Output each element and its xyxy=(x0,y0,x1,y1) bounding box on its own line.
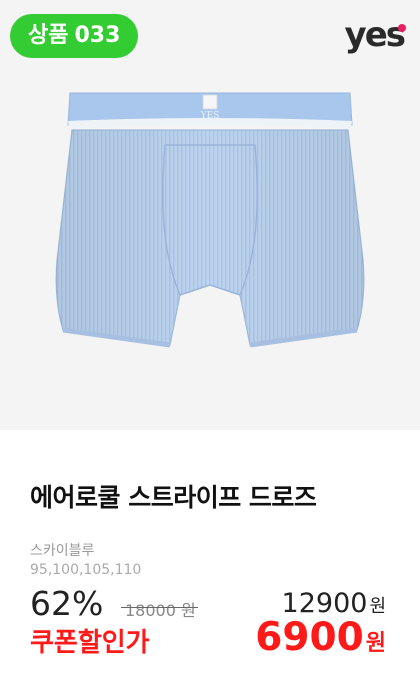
boxer-brief-image: YES xyxy=(55,92,365,348)
badge-number: 033 xyxy=(74,23,121,48)
coupon-price-label: 쿠폰할인가 xyxy=(30,628,150,658)
product-number-badge: 상품 033 xyxy=(10,14,139,58)
sale-price-unit: 원 xyxy=(369,596,386,617)
original-price-unit: 원 xyxy=(181,601,196,620)
final-price: 6900원 xyxy=(255,615,386,660)
original-price: 18000 원 xyxy=(121,597,198,621)
product-title[interactable]: 에어로쿨 스트라이프 드로즈 xyxy=(30,478,317,514)
waistband-logo-text: YES xyxy=(200,111,220,121)
strikethrough-line xyxy=(121,607,198,608)
brand-logo-dot xyxy=(398,24,406,32)
final-price-value: 6900 xyxy=(255,615,364,660)
product-card[interactable]: 상품 033 yes YES 에어로쿨 스트라이프 드로즈 스카이블루 95,1… xyxy=(0,0,420,700)
badge-prefix: 상품 xyxy=(28,23,69,48)
product-color: 스카이블루 xyxy=(30,543,95,559)
final-price-unit: 원 xyxy=(365,631,386,656)
product-image-area[interactable]: 상품 033 yes YES xyxy=(0,0,420,430)
original-price-value: 18000 xyxy=(125,601,176,620)
brand-logo: yes xyxy=(344,15,406,55)
discount-rate: 62% xyxy=(30,584,104,623)
product-sizes: 95,100,105,110 xyxy=(30,562,142,578)
